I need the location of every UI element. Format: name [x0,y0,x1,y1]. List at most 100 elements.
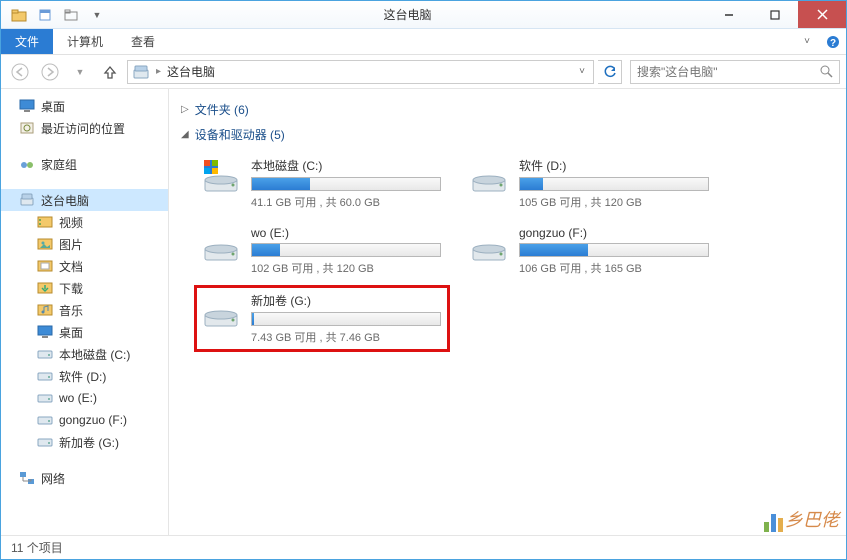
tree-homegroup[interactable]: 家庭组 [1,153,168,175]
usage-bar [251,177,441,191]
tab-computer[interactable]: 计算机 [53,29,117,54]
search-input[interactable] [637,65,814,79]
search-icon [820,65,833,78]
breadcrumb-sep-icon[interactable]: ▸ [156,66,161,77]
drive-item[interactable]: wo (E:) 102 GB 可用 , 共 120 GB [197,222,447,280]
svg-text:?: ? [830,38,836,49]
expand-icon: ◢ [181,129,189,140]
drive-name: wo (E:) [251,226,443,240]
drive-icon [201,157,241,197]
breadcrumb-root-icon[interactable] [132,64,150,80]
drive-icon [37,390,53,406]
body: 桌面 最近访问的位置 家庭组 这台电脑 视频图片文档下载音乐桌面本地磁盘 (C:… [1,89,846,535]
ribbon-expand-icon[interactable]: ˅ [794,29,820,54]
tree-item[interactable]: 新加卷 (G:) [1,431,168,453]
address-bar[interactable]: ▸ 这台电脑 ˅ [127,60,594,84]
drive-item[interactable]: gongzuo (F:) 106 GB 可用 , 共 165 GB [465,222,715,280]
search-box[interactable] [630,60,840,84]
address-dropdown-icon[interactable]: ˅ [575,66,589,77]
picture-icon [37,236,53,252]
drive-icon [37,434,53,450]
qat-dropdown-icon[interactable]: ▼ [85,4,109,26]
tree-item[interactable]: gongzuo (F:) [1,409,168,431]
explorer-window: ▼ 这台电脑 文件 计算机 查看 ˅ ? ▼ ▸ 这台电脑 ˅ [0,0,847,560]
minimize-button[interactable] [706,1,752,28]
drive-name: 本地磁盘 (C:) [251,157,443,174]
document-icon [37,258,53,274]
usage-bar [519,177,709,191]
usage-bar [251,243,441,257]
properties-icon[interactable] [33,4,57,26]
drive-item[interactable]: 软件 (D:) 105 GB 可用 , 共 120 GB [465,153,715,214]
tree-item[interactable]: 下载 [1,277,168,299]
tab-view[interactable]: 查看 [117,29,169,54]
drive-stats: 41.1 GB 可用 , 共 60.0 GB [251,194,443,210]
drive-item[interactable]: 本地磁盘 (C:) 41.1 GB 可用 , 共 60.0 GB [197,153,447,214]
maximize-button[interactable] [752,1,798,28]
section-folders[interactable]: ▷ 文件夹 (6) [181,97,834,122]
refresh-button[interactable] [598,60,622,84]
tree-item[interactable]: wo (E:) [1,387,168,409]
network-icon [19,470,35,486]
tree-thispc[interactable]: 这台电脑 [1,189,168,211]
section-title: 文件夹 (6) [195,101,249,118]
drive-name: 新加卷 (G:) [251,292,443,309]
music-icon [37,302,53,318]
recent-icon [19,120,35,136]
drive-name: gongzuo (F:) [519,226,711,240]
drive-icon [201,292,241,332]
close-button[interactable] [798,1,846,28]
back-button[interactable] [7,59,33,85]
tree-network[interactable]: 网络 [1,467,168,489]
drive-icon [469,226,509,266]
history-dropdown-icon[interactable]: ▼ [67,59,93,85]
help-icon[interactable]: ? [820,29,846,54]
usage-bar [519,243,709,257]
tree-desktop[interactable]: 桌面 [1,95,168,117]
titlebar: ▼ 这台电脑 [1,1,846,29]
drive-stats: 102 GB 可用 , 共 120 GB [251,260,443,276]
homegroup-icon [19,156,35,172]
drive-icon [37,368,53,384]
drive-name: 软件 (D:) [519,157,711,174]
breadcrumb-item[interactable]: 这台电脑 [167,63,215,80]
drive-icon [469,157,509,197]
up-button[interactable] [97,59,123,85]
new-folder-icon[interactable] [59,4,83,26]
drives-container: 本地磁盘 (C:) 41.1 GB 可用 , 共 60.0 GB 软件 (D:) 10… [181,147,834,361]
navbar: ▼ ▸ 这台电脑 ˅ [1,55,846,89]
video-icon [37,214,53,230]
drive-icon [37,346,53,362]
tree-item[interactable]: 软件 (D:) [1,365,168,387]
tree-item[interactable]: 文档 [1,255,168,277]
drive-icon [201,226,241,266]
window-controls [706,1,846,28]
drive-item[interactable]: 新加卷 (G:) 7.43 GB 可用 , 共 7.46 GB [197,288,447,349]
tree-item[interactable]: 视频 [1,211,168,233]
tree-item[interactable]: 桌面 [1,321,168,343]
tree-item[interactable]: 音乐 [1,299,168,321]
nav-tree: 桌面 最近访问的位置 家庭组 这台电脑 视频图片文档下载音乐桌面本地磁盘 (C:… [1,89,169,535]
quick-access-toolbar: ▼ [1,4,109,26]
forward-button[interactable] [37,59,63,85]
tree-item[interactable]: 图片 [1,233,168,255]
tree-recent[interactable]: 最近访问的位置 [1,117,168,139]
drive-stats: 106 GB 可用 , 共 165 GB [519,260,711,276]
ribbon: 文件 计算机 查看 ˅ ? [1,29,846,55]
tree-item[interactable]: 本地磁盘 (C:) [1,343,168,365]
content-pane: ▷ 文件夹 (6) ◢ 设备和驱动器 (5) 本地磁盘 (C:) 41.1 GB … [169,89,846,535]
tab-file[interactable]: 文件 [1,29,53,54]
section-title: 设备和驱动器 (5) [195,126,285,143]
desktop-icon [19,98,35,114]
download-icon [37,280,53,296]
collapse-icon: ▷ [181,104,189,115]
drive-icon [37,412,53,428]
desktop-icon [37,324,53,340]
drive-stats: 7.43 GB 可用 , 共 7.46 GB [251,329,443,345]
item-count: 11 个项目 [11,539,63,556]
section-devices[interactable]: ◢ 设备和驱动器 (5) [181,122,834,147]
status-bar: 11 个项目 [1,535,846,559]
app-icon[interactable] [7,4,31,26]
window-title: 这台电脑 [109,6,706,23]
drive-stats: 105 GB 可用 , 共 120 GB [519,194,711,210]
